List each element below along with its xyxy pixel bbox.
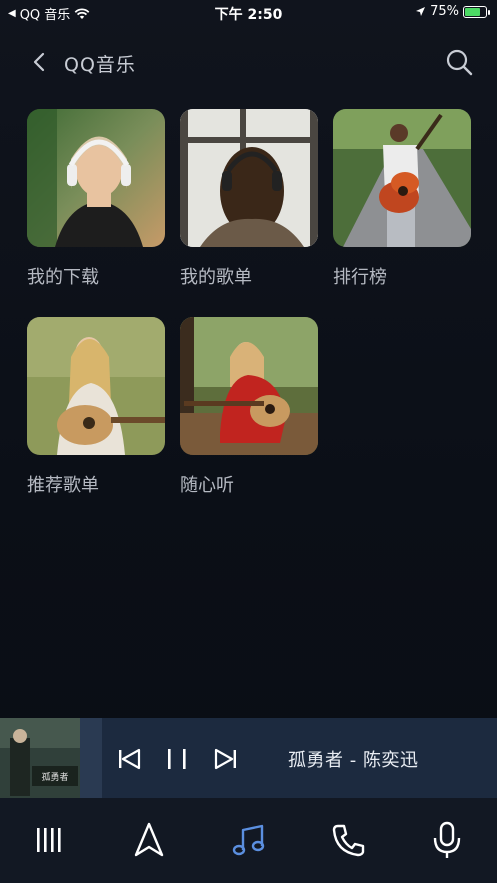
tile-my-playlists[interactable]: 我的歌单 xyxy=(180,109,318,289)
phone-icon[interactable] xyxy=(328,820,368,860)
guitar-road-photo xyxy=(333,109,471,247)
battery-percent: 75% xyxy=(430,4,459,19)
next-track-icon[interactable] xyxy=(213,746,239,772)
location-arrow-icon xyxy=(416,7,426,16)
bottom-nav xyxy=(0,798,497,883)
tile-my-downloads[interactable]: 我的下载 xyxy=(27,109,165,289)
track-title: 孤勇者 - 陈奕迅 xyxy=(288,750,419,771)
tile-label: 排行榜 xyxy=(333,267,387,288)
woman-guitar-field-photo xyxy=(27,317,165,455)
tile-label: 我的下载 xyxy=(27,267,99,288)
status-bar: ◀ QQ 音乐 下午 2:50 75% xyxy=(0,0,497,26)
header: QQ音乐 xyxy=(0,42,497,82)
search-icon[interactable] xyxy=(443,46,475,78)
menu-icon[interactable] xyxy=(30,820,70,860)
woman-guitar-park-photo xyxy=(180,317,318,455)
tile-shuffle-listen[interactable]: 随心听 xyxy=(180,317,318,497)
previous-track-icon[interactable] xyxy=(116,746,142,772)
battery-icon xyxy=(463,5,490,18)
tile-recommended-playlists[interactable]: 推荐歌单 xyxy=(27,317,165,497)
pause-icon[interactable] xyxy=(164,746,190,772)
page-title: QQ音乐 xyxy=(64,54,136,76)
back-chevron-icon[interactable] xyxy=(26,48,52,76)
navigation-icon[interactable] xyxy=(129,820,169,860)
tile-label: 随心听 xyxy=(180,475,234,496)
mic-icon[interactable] xyxy=(427,820,467,860)
svg-text:孤勇者: 孤勇者 xyxy=(41,771,68,783)
tile-charts[interactable]: 排行榜 xyxy=(333,109,471,289)
window-headphones-photo xyxy=(180,109,318,247)
mini-player[interactable]: 孤勇者 孤勇者 - 陈奕迅 xyxy=(0,718,497,798)
woman-headphones-photo xyxy=(27,109,165,247)
tile-label: 我的歌单 xyxy=(180,267,252,288)
tile-label: 推荐歌单 xyxy=(27,475,99,496)
music-icon[interactable] xyxy=(229,820,269,860)
album-art[interactable]: 孤勇者 xyxy=(0,718,80,798)
